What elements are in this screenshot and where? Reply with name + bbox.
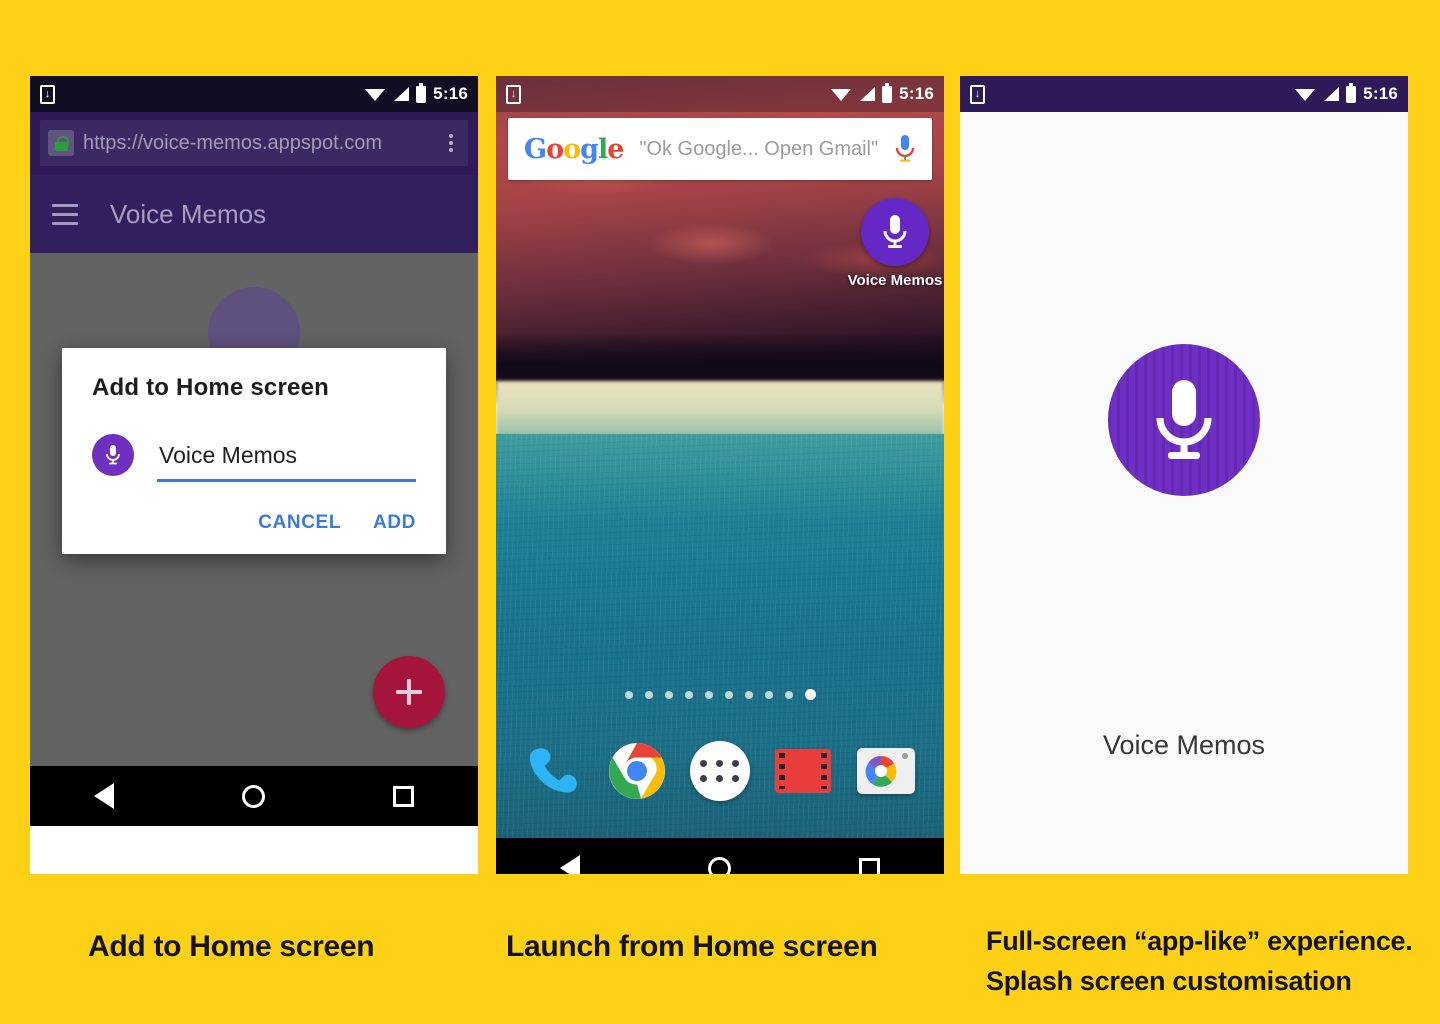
microphone-icon xyxy=(92,434,134,476)
phone-screenshot-splash: ↓ 5:16 Voice Memos xyxy=(960,76,1408,874)
dialog-body xyxy=(92,434,416,482)
all-apps-grid xyxy=(689,741,750,801)
home-icon-voice-memos[interactable]: Voice Memos xyxy=(846,198,944,289)
battery-icon xyxy=(416,82,427,103)
status-time: 5:16 xyxy=(1363,84,1398,103)
back-triangle-icon[interactable] xyxy=(560,855,580,874)
microphone-glyph xyxy=(1156,380,1212,459)
status-time: 5:16 xyxy=(899,84,934,103)
add-to-home-screen-dialog: Add to Home screen CANCEL ADD xyxy=(62,348,446,554)
phone-app-icon[interactable] xyxy=(523,740,585,802)
dialog-title: Add to Home screen xyxy=(92,374,329,401)
film-strip-icon xyxy=(775,749,832,793)
phone-screenshot-home-screen: ↓ 5:16 Google "Ok Google... Open Gmail" xyxy=(496,76,944,874)
battery-icon xyxy=(882,82,893,103)
camera-body-icon xyxy=(857,748,916,794)
chrome-omnibox-container: https://voice-memos.appspot.com xyxy=(30,112,478,175)
plus-icon xyxy=(396,679,422,705)
chrome-app-icon[interactable] xyxy=(606,740,668,802)
page-indicator xyxy=(496,689,944,700)
download-icon: ↓ xyxy=(40,84,55,104)
add-recording-fab[interactable] xyxy=(373,656,445,728)
splash-screen: Voice Memos xyxy=(960,112,1408,874)
phone-screenshot-add-to-home: ↓ 5:16 https://voice-memos.appspot.com V… xyxy=(30,76,478,874)
play-movies-app-icon[interactable] xyxy=(772,740,834,802)
google-mic-icon[interactable] xyxy=(894,133,916,165)
all-apps-icon[interactable] xyxy=(689,740,751,802)
signal-icon xyxy=(394,87,410,101)
wifi-icon xyxy=(831,89,852,101)
search-hint-text: "Ok Google... Open Gmail" xyxy=(639,137,879,160)
caption-panel-3-line-2: Splash screen customisation xyxy=(986,965,1352,996)
microphone-icon xyxy=(1108,344,1260,496)
recents-square-icon[interactable] xyxy=(859,857,880,874)
shortcut-name-input[interactable] xyxy=(157,442,416,482)
signal-icon xyxy=(1324,87,1340,101)
cancel-button[interactable]: CANCEL xyxy=(258,512,341,534)
download-icon: ↓ xyxy=(970,84,985,104)
home-circle-icon[interactable] xyxy=(708,856,731,874)
battery-icon xyxy=(1346,82,1357,103)
add-button[interactable]: ADD xyxy=(373,512,416,534)
caption-panel-3-line-1: Full-screen “app-like” experience. xyxy=(986,926,1413,956)
kebab-menu-icon[interactable] xyxy=(442,134,460,152)
dialog-actions: CANCEL ADD xyxy=(92,512,416,540)
caption-panel-2: Launch from Home screen xyxy=(506,930,878,963)
home-icon-label: Voice Memos xyxy=(847,272,943,289)
splash-title: Voice Memos xyxy=(1102,730,1266,760)
navigation-bar xyxy=(30,766,478,826)
microphone-glyph xyxy=(106,445,120,465)
google-logo: Google xyxy=(524,133,624,165)
status-bar: ↓ 5:16 xyxy=(30,76,478,112)
slide-canvas: ↓ 5:16 https://voice-memos.appspot.com V… xyxy=(0,0,1440,1024)
app-bar: Voice Memos xyxy=(30,175,478,253)
app-title: Voice Memos xyxy=(110,198,267,229)
camera-app-icon[interactable] xyxy=(855,740,917,802)
status-icons: 5:16 xyxy=(831,82,934,104)
back-triangle-icon[interactable] xyxy=(94,783,114,809)
status-icons: 5:16 xyxy=(365,82,468,104)
lock-icon xyxy=(48,130,74,156)
caption-panel-3: Full-screen “app-like” experience. Splas… xyxy=(986,925,1413,999)
home-circle-icon[interactable] xyxy=(242,784,265,808)
recents-square-icon[interactable] xyxy=(393,785,414,807)
phone-handset-icon xyxy=(529,748,577,793)
hamburger-icon[interactable] xyxy=(52,203,78,225)
download-icon: ↓ xyxy=(506,84,521,104)
caption-panel-1: Add to Home screen xyxy=(88,930,375,963)
omnibox-url-text: https://voice-memos.appspot.com xyxy=(83,131,383,154)
status-time: 5:16 xyxy=(433,84,468,103)
launcher: ↓ 5:16 Google "Ok Google... Open Gmail" xyxy=(496,76,944,838)
dock xyxy=(496,740,944,802)
status-bar: ↓ 5:16 xyxy=(496,76,944,112)
chrome-logo-icon xyxy=(608,743,665,799)
camera-lens-icon xyxy=(865,756,897,787)
status-bar: ↓ 5:16 xyxy=(960,76,1408,112)
status-icons: 5:16 xyxy=(1295,82,1398,104)
wifi-icon xyxy=(365,89,386,101)
microphone-glyph xyxy=(883,215,907,248)
shortcut-name-field[interactable] xyxy=(157,442,416,482)
google-search-widget[interactable]: Google "Ok Google... Open Gmail" xyxy=(508,118,932,180)
wallpaper xyxy=(496,76,944,838)
omnibox[interactable]: https://voice-memos.appspot.com xyxy=(40,120,468,166)
navigation-bar xyxy=(496,838,944,874)
signal-icon xyxy=(860,87,876,101)
microphone-icon xyxy=(861,198,929,266)
wifi-icon xyxy=(1295,89,1316,101)
